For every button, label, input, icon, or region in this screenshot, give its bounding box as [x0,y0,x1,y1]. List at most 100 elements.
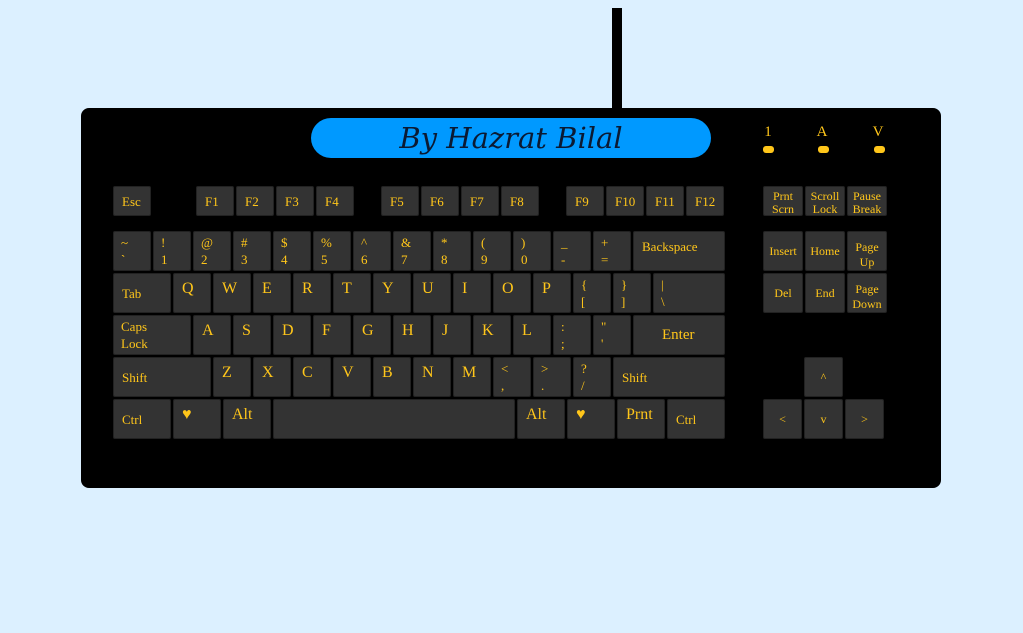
key-backslash[interactable]: | \ [653,273,725,313]
key-5-label-top: % [321,235,332,250]
key-f9[interactable]: F9 [566,186,604,216]
key-arrow-left[interactable]: < [763,399,802,439]
key-slash[interactable]: ? / [573,357,611,397]
key-minus[interactable]: _ - [553,231,591,271]
key-alt-left[interactable]: Alt [223,399,271,439]
key-arrow-right-label: > [861,412,868,426]
key-c[interactable]: C [293,357,331,397]
key-b[interactable]: B [373,357,411,397]
key-tab[interactable]: Tab [113,273,171,313]
key-pause-break[interactable]: Pause Break [847,186,887,216]
key-ctrl-right[interactable]: Ctrl [667,399,725,439]
key-r[interactable]: R [293,273,331,313]
key-scroll-lock[interactable]: Scroll Lock [805,186,845,216]
key-s[interactable]: S [233,315,271,355]
key-arrow-down[interactable]: v [804,399,843,439]
key-comma[interactable]: <, [493,357,531,397]
key-6[interactable]: ^ 6 [353,231,391,271]
key-4[interactable]: $4 [273,231,311,271]
key-v[interactable]: V [333,357,371,397]
key-f8[interactable]: F8 [501,186,539,216]
key-m[interactable]: M [453,357,491,397]
key-semicolon[interactable]: :; [553,315,591,355]
key-2-label-top: @ [201,235,213,250]
key-j[interactable]: J [433,315,471,355]
key-heart-right[interactable]: ♥ [567,399,615,439]
key-shift-left[interactable]: Shift [113,357,211,397]
key-arrow-up-label: ^ [820,370,827,384]
key-h[interactable]: H [393,315,431,355]
key-lbracket[interactable]: {[ [573,273,611,313]
key-z[interactable]: Z [213,357,251,397]
key-f1[interactable]: F1 [196,186,234,216]
key-9-label-top: ( [481,235,486,250]
key-d[interactable]: D [273,315,311,355]
key-e[interactable]: E [253,273,291,313]
key-k[interactable]: K [473,315,511,355]
key-8[interactable]: * 8 [433,231,471,271]
key-z-label: Z [222,364,232,381]
key-u[interactable]: U [413,273,451,313]
key-del[interactable]: Del [763,273,803,313]
key-page-down[interactable]: Page Down [847,273,887,313]
key-f6[interactable]: F6 [421,186,459,216]
key-f2[interactable]: F2 [236,186,274,216]
key-p[interactable]: P [533,273,571,313]
key-space[interactable] [273,399,515,439]
key-period[interactable]: >. [533,357,571,397]
key-f5[interactable]: F5 [381,186,419,216]
key-tilde[interactable]: ~ ` [113,231,151,271]
key-esc[interactable]: Esc [113,186,151,216]
key-7[interactable]: & 7 [393,231,431,271]
key-q-label: Q [182,280,194,297]
key-rbracket[interactable]: }] [613,273,651,313]
key-insert[interactable]: Insert [763,231,803,271]
caps-lock-led [818,146,829,153]
key-f11[interactable]: F11 [646,186,684,216]
key-page-up-label-top: Page [855,240,879,254]
key-i[interactable]: I [453,273,491,313]
key-period-label-bottom: . [541,378,545,393]
key-q[interactable]: Q [173,273,211,313]
key-alt-right[interactable]: Alt [517,399,565,439]
key-f10[interactable]: F10 [606,186,644,216]
key-home[interactable]: Home [805,231,845,271]
key-a[interactable]: A [193,315,231,355]
key-9[interactable]: (9 [473,231,511,271]
key-caps-lock[interactable]: Caps Lock [113,315,191,355]
key-l[interactable]: L [513,315,551,355]
key-quote[interactable]: " ' [593,315,631,355]
key-ctrl-left[interactable]: Ctrl [113,399,171,439]
key-shift-right[interactable]: Shift [613,357,725,397]
key-5[interactable]: % 5 [313,231,351,271]
key-f5-label: F5 [390,194,404,209]
key-1[interactable]: ! 1 [153,231,191,271]
key-n[interactable]: N [413,357,451,397]
key-arrow-up[interactable]: ^ [804,357,843,397]
key-enter[interactable]: Enter [633,315,725,355]
key-3[interactable]: #3 [233,231,271,271]
key-y[interactable]: Y [373,273,411,313]
key-f3[interactable]: F3 [276,186,314,216]
key-f12[interactable]: F12 [686,186,724,216]
key-0[interactable]: ) 0 [513,231,551,271]
key-g[interactable]: G [353,315,391,355]
key-quote-label-bottom: ' [601,336,604,351]
key-o[interactable]: O [493,273,531,313]
key-end[interactable]: End [805,273,845,313]
key-backspace[interactable]: Backspace [633,231,725,271]
key-heart-left[interactable]: ♥ [173,399,221,439]
key-f[interactable]: F [313,315,351,355]
key-w[interactable]: W [213,273,251,313]
key-f7[interactable]: F7 [461,186,499,216]
key-t[interactable]: T [333,273,371,313]
key-prnt-scrn[interactable]: Prnt Scrn [763,186,803,216]
key-x[interactable]: X [253,357,291,397]
key-prnt[interactable]: Prnt [617,399,665,439]
key-equals[interactable]: + = [593,231,631,271]
key-arrow-right[interactable]: > [845,399,884,439]
key-2[interactable]: @2 [193,231,231,271]
key-ctrl-left-label: Ctrl [122,412,143,427]
key-page-up[interactable]: Page Up [847,231,887,271]
key-f4[interactable]: F4 [316,186,354,216]
